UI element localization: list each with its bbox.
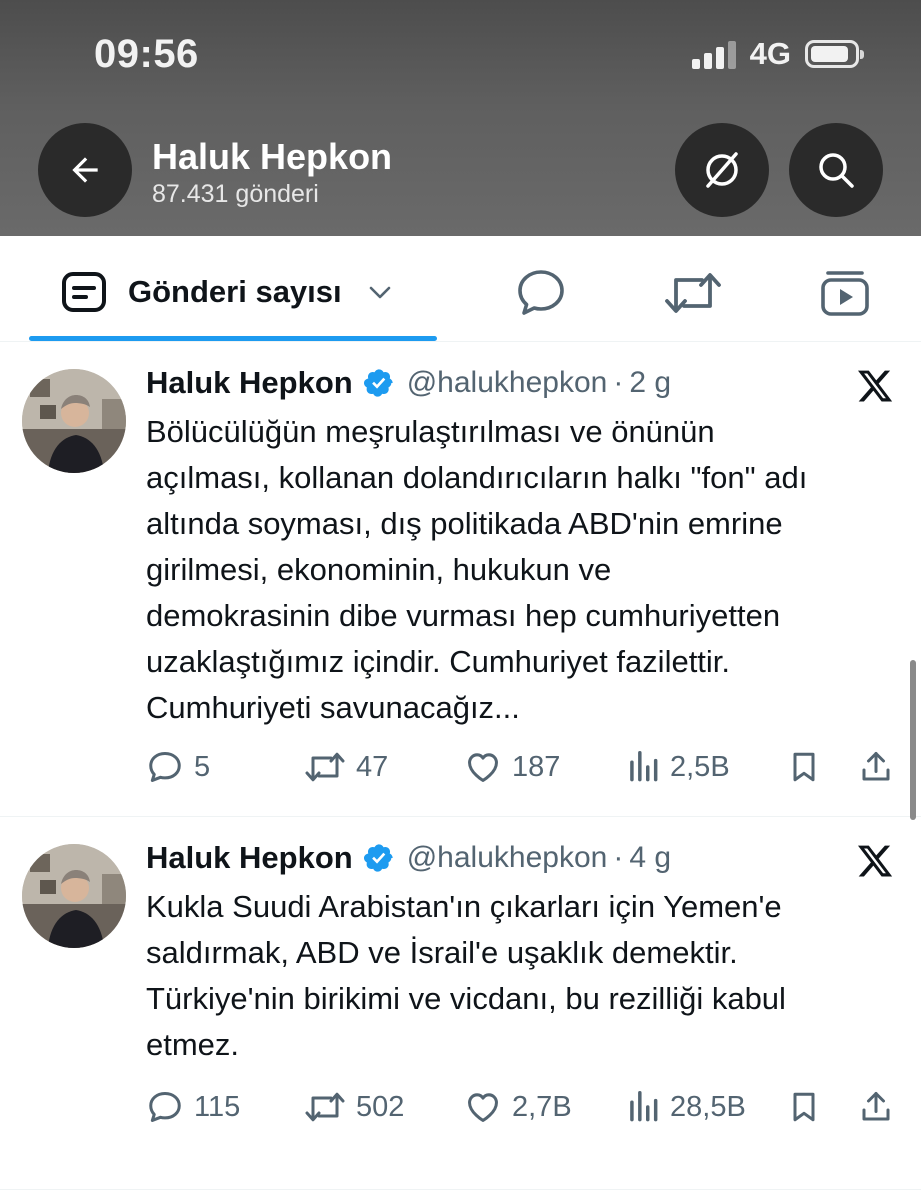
tweet-text: Kukla Suudi Arabistan'ın çıkarları için … xyxy=(146,889,786,1062)
verified-badge-icon xyxy=(363,842,395,874)
tweet-time[interactable]: 4 g xyxy=(629,841,671,875)
back-button[interactable] xyxy=(38,123,132,217)
grok-icon xyxy=(706,152,738,188)
bookmark-button[interactable] xyxy=(786,748,822,786)
reply-button[interactable]: 115 xyxy=(146,1088,240,1126)
author-handle[interactable]: @halukhepkon xyxy=(407,841,608,875)
tab-posts[interactable]: Gönderi sayısı xyxy=(60,268,394,316)
repost-count: 502 xyxy=(356,1090,405,1123)
chevron-down-icon[interactable] xyxy=(366,278,394,306)
tweet-header: Haluk Hepkon @halukhepkon · 4 g xyxy=(146,840,671,876)
posts-icon xyxy=(62,272,106,312)
avatar-photo xyxy=(22,369,126,473)
grok-button[interactable] xyxy=(675,123,769,217)
active-tab-indicator xyxy=(29,336,437,341)
bookmark-icon xyxy=(793,1092,815,1122)
replies-icon[interactable] xyxy=(514,266,568,320)
signal-icon xyxy=(691,39,736,69)
author-handle[interactable]: @halukhepkon xyxy=(407,366,608,400)
repost-button[interactable]: 47 xyxy=(304,748,388,786)
media-icon[interactable] xyxy=(818,266,872,320)
views-count: 28,5B xyxy=(670,1090,746,1123)
search-button[interactable] xyxy=(789,123,883,217)
back-arrow-icon xyxy=(72,157,98,183)
heart-icon xyxy=(468,1093,498,1122)
repost-count: 47 xyxy=(356,750,389,783)
battery-icon xyxy=(805,40,864,68)
views-button[interactable]: 2,5B xyxy=(626,748,730,786)
bookmark-icon xyxy=(793,752,815,782)
repost-icon xyxy=(305,1092,345,1122)
reply-button[interactable]: 5 xyxy=(146,748,210,786)
share-button[interactable] xyxy=(858,748,894,786)
profile-header: 09:56 4G Haluk Hepkon 87.431 gönderi xyxy=(0,0,921,236)
tweet-actions: 115 502 2,7B 28,5B xyxy=(146,1088,896,1128)
repost-icon xyxy=(305,752,345,782)
profile-name: Haluk Hepkon xyxy=(152,136,393,177)
x-logo-icon xyxy=(857,845,893,877)
like-button[interactable]: 187 xyxy=(464,748,560,786)
status-icons: 4G xyxy=(691,36,864,72)
avatar[interactable] xyxy=(22,844,126,948)
author-name[interactable]: Haluk Hepkon xyxy=(146,365,353,401)
separator-dot: · xyxy=(613,841,624,874)
reply-icon xyxy=(149,752,181,782)
verified-badge-icon xyxy=(363,367,395,399)
tab-posts-label: Gönderi sayısı xyxy=(128,274,342,309)
reply-count: 5 xyxy=(194,750,211,783)
views-count: 2,5B xyxy=(670,750,730,783)
search-icon xyxy=(819,153,854,188)
like-button[interactable]: 2,7B xyxy=(464,1088,572,1126)
share-icon xyxy=(862,1092,890,1121)
views-button[interactable]: 28,5B xyxy=(626,1088,746,1126)
tweet[interactable]: Haluk Hepkon @halukhepkon · 4 g Kukla Su… xyxy=(0,818,921,1190)
tweet-actions: 5 47 187 2,5B xyxy=(146,748,896,788)
views-icon xyxy=(630,1091,658,1122)
reply-icon xyxy=(149,1092,181,1122)
x-logo-icon xyxy=(857,370,893,402)
tweet-time[interactable]: 2 g xyxy=(629,366,671,400)
author-name[interactable]: Haluk Hepkon xyxy=(146,840,353,876)
avatar-photo xyxy=(22,844,126,948)
repost-button[interactable]: 502 xyxy=(304,1088,404,1126)
tweet-header: Haluk Hepkon @halukhepkon · 2 g xyxy=(146,365,671,401)
like-count: 2,7B xyxy=(512,1090,572,1123)
heart-icon xyxy=(468,753,498,782)
scrollbar[interactable] xyxy=(910,660,916,820)
post-count: 87.431 gönderi xyxy=(152,180,319,208)
separator-dot: · xyxy=(613,366,624,399)
share-icon xyxy=(862,752,890,781)
avatar[interactable] xyxy=(22,369,126,473)
tweet-text: Bölücülüğün meşrulaştırılması ve önünün … xyxy=(146,414,808,725)
views-icon xyxy=(630,751,658,782)
status-time: 09:56 xyxy=(94,32,199,76)
tweet[interactable]: Haluk Hepkon @halukhepkon · 2 g Bölücülü… xyxy=(0,343,921,817)
bookmark-button[interactable] xyxy=(786,1088,822,1126)
network-label: 4G xyxy=(749,36,791,71)
profile-tabs: Gönderi sayısı xyxy=(0,236,921,342)
reply-count: 115 xyxy=(194,1090,241,1123)
reposts-icon[interactable] xyxy=(664,266,722,320)
share-button[interactable] xyxy=(858,1088,894,1126)
like-count: 187 xyxy=(512,750,561,783)
